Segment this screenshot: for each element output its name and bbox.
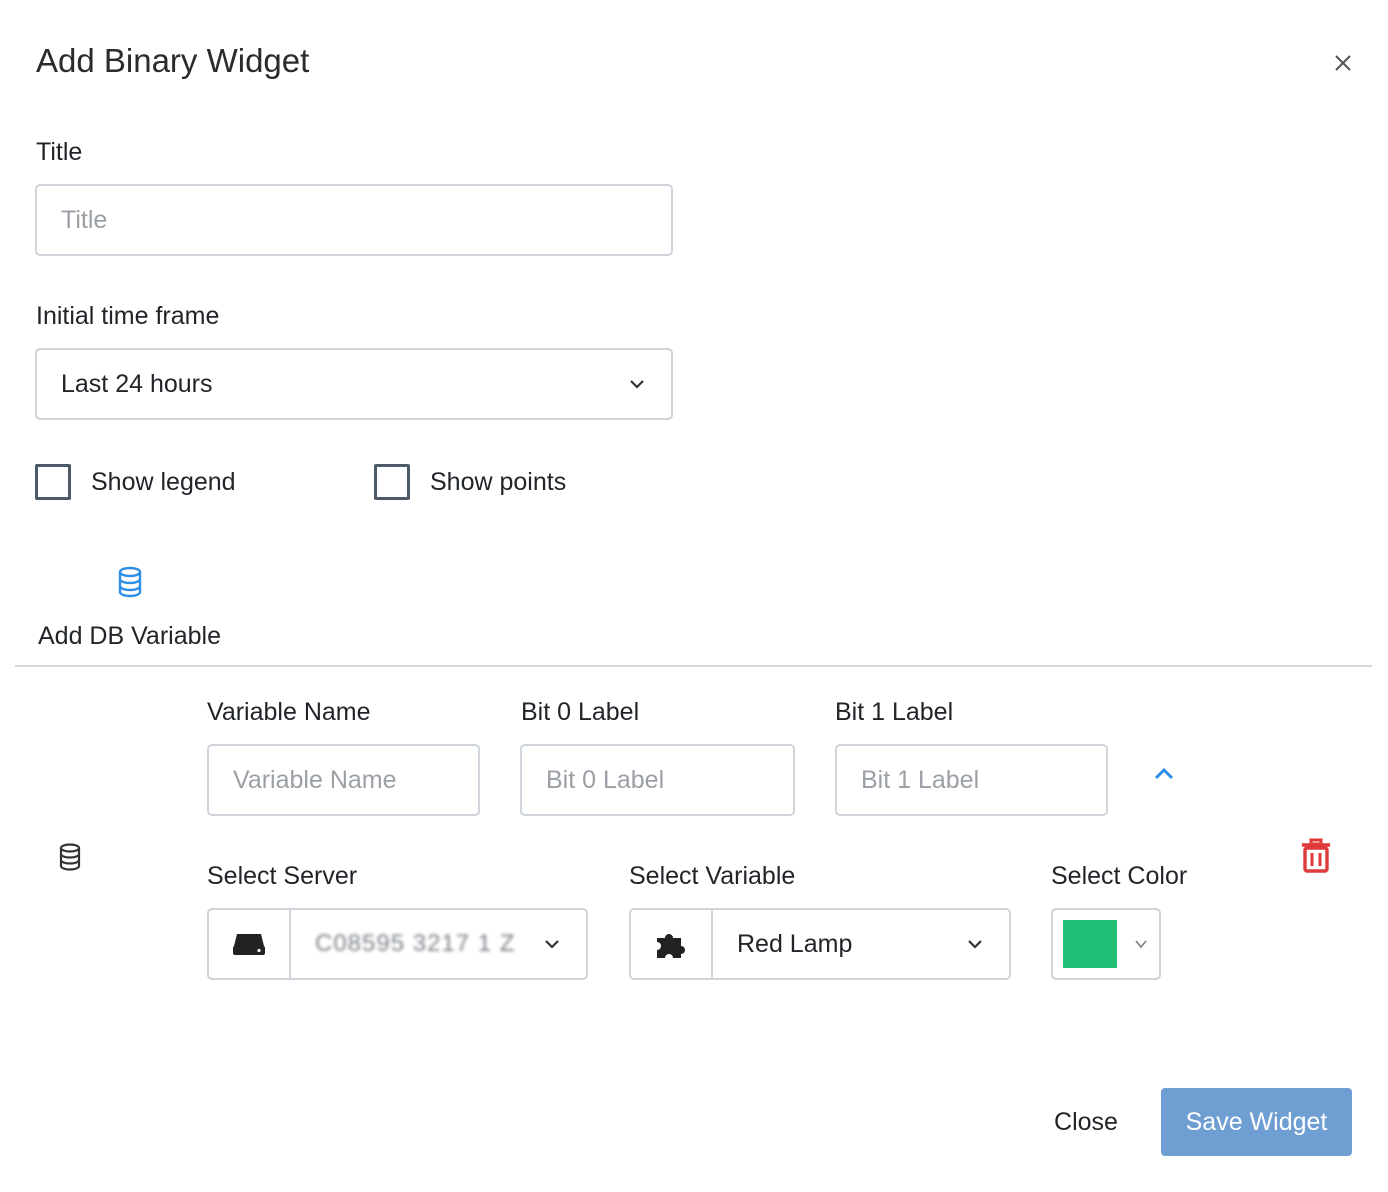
bit1-label-input[interactable] [835,744,1108,816]
chevron-up-icon[interactable] [1152,764,1176,782]
chevron-down-icon [630,380,644,389]
title-label: Title [36,138,83,166]
show-legend-label: Show legend [91,467,236,496]
select-server-label: Select Server [207,862,358,890]
server-select[interactable]: C08595 3217 1 Z [207,908,588,980]
show-points-checkbox-group[interactable]: Show points [374,464,566,500]
chevron-down-icon [1135,940,1147,949]
variable-prepend [631,910,713,978]
title-input[interactable] [35,184,673,256]
timeframe-value: Last 24 hours [61,369,213,398]
add-binary-widget-modal: Add Binary Widget Title Initial time fra… [0,0,1388,1192]
chevron-down-icon [545,940,559,949]
bit0-label-input[interactable] [520,744,795,816]
database-icon [59,843,81,871]
show-points-label: Show points [430,467,567,496]
select-color-label: Select Color [1051,862,1188,890]
close-icon[interactable] [1330,50,1356,76]
add-db-variable-button[interactable]: Add DB Variable [38,622,221,651]
timeframe-label: Initial time frame [36,302,220,330]
server-icon [233,934,265,955]
show-legend-checkbox-group[interactable]: Show legend [35,464,236,500]
puzzle-icon [657,934,685,958]
color-select[interactable] [1051,908,1161,980]
server-value: C08595 3217 1 Z [315,930,516,957]
variable-value: Red Lamp [737,929,853,958]
server-prepend [209,910,291,978]
bit1-label: Bit 1 Label [835,698,954,726]
select-variable-label: Select Variable [629,862,796,890]
section-divider [15,665,1372,667]
save-widget-button[interactable]: Save Widget [1161,1088,1352,1156]
modal-title: Add Binary Widget [36,42,310,79]
show-points-checkbox[interactable] [374,464,410,500]
close-button[interactable]: Close [1040,1090,1132,1154]
color-swatch [1063,920,1117,968]
bit0-label: Bit 0 Label [521,698,640,726]
trash-icon[interactable] [1300,838,1332,874]
database-icon[interactable] [116,566,144,598]
variable-name-input[interactable] [207,744,480,816]
variable-select[interactable]: Red Lamp [629,908,1011,980]
show-legend-checkbox[interactable] [35,464,71,500]
server-select-body: C08595 3217 1 Z [291,910,586,978]
chevron-down-icon [968,940,982,949]
variable-select-body: Red Lamp [713,910,1009,978]
variable-name-label: Variable Name [207,698,371,726]
timeframe-select[interactable]: Last 24 hours [35,348,673,420]
